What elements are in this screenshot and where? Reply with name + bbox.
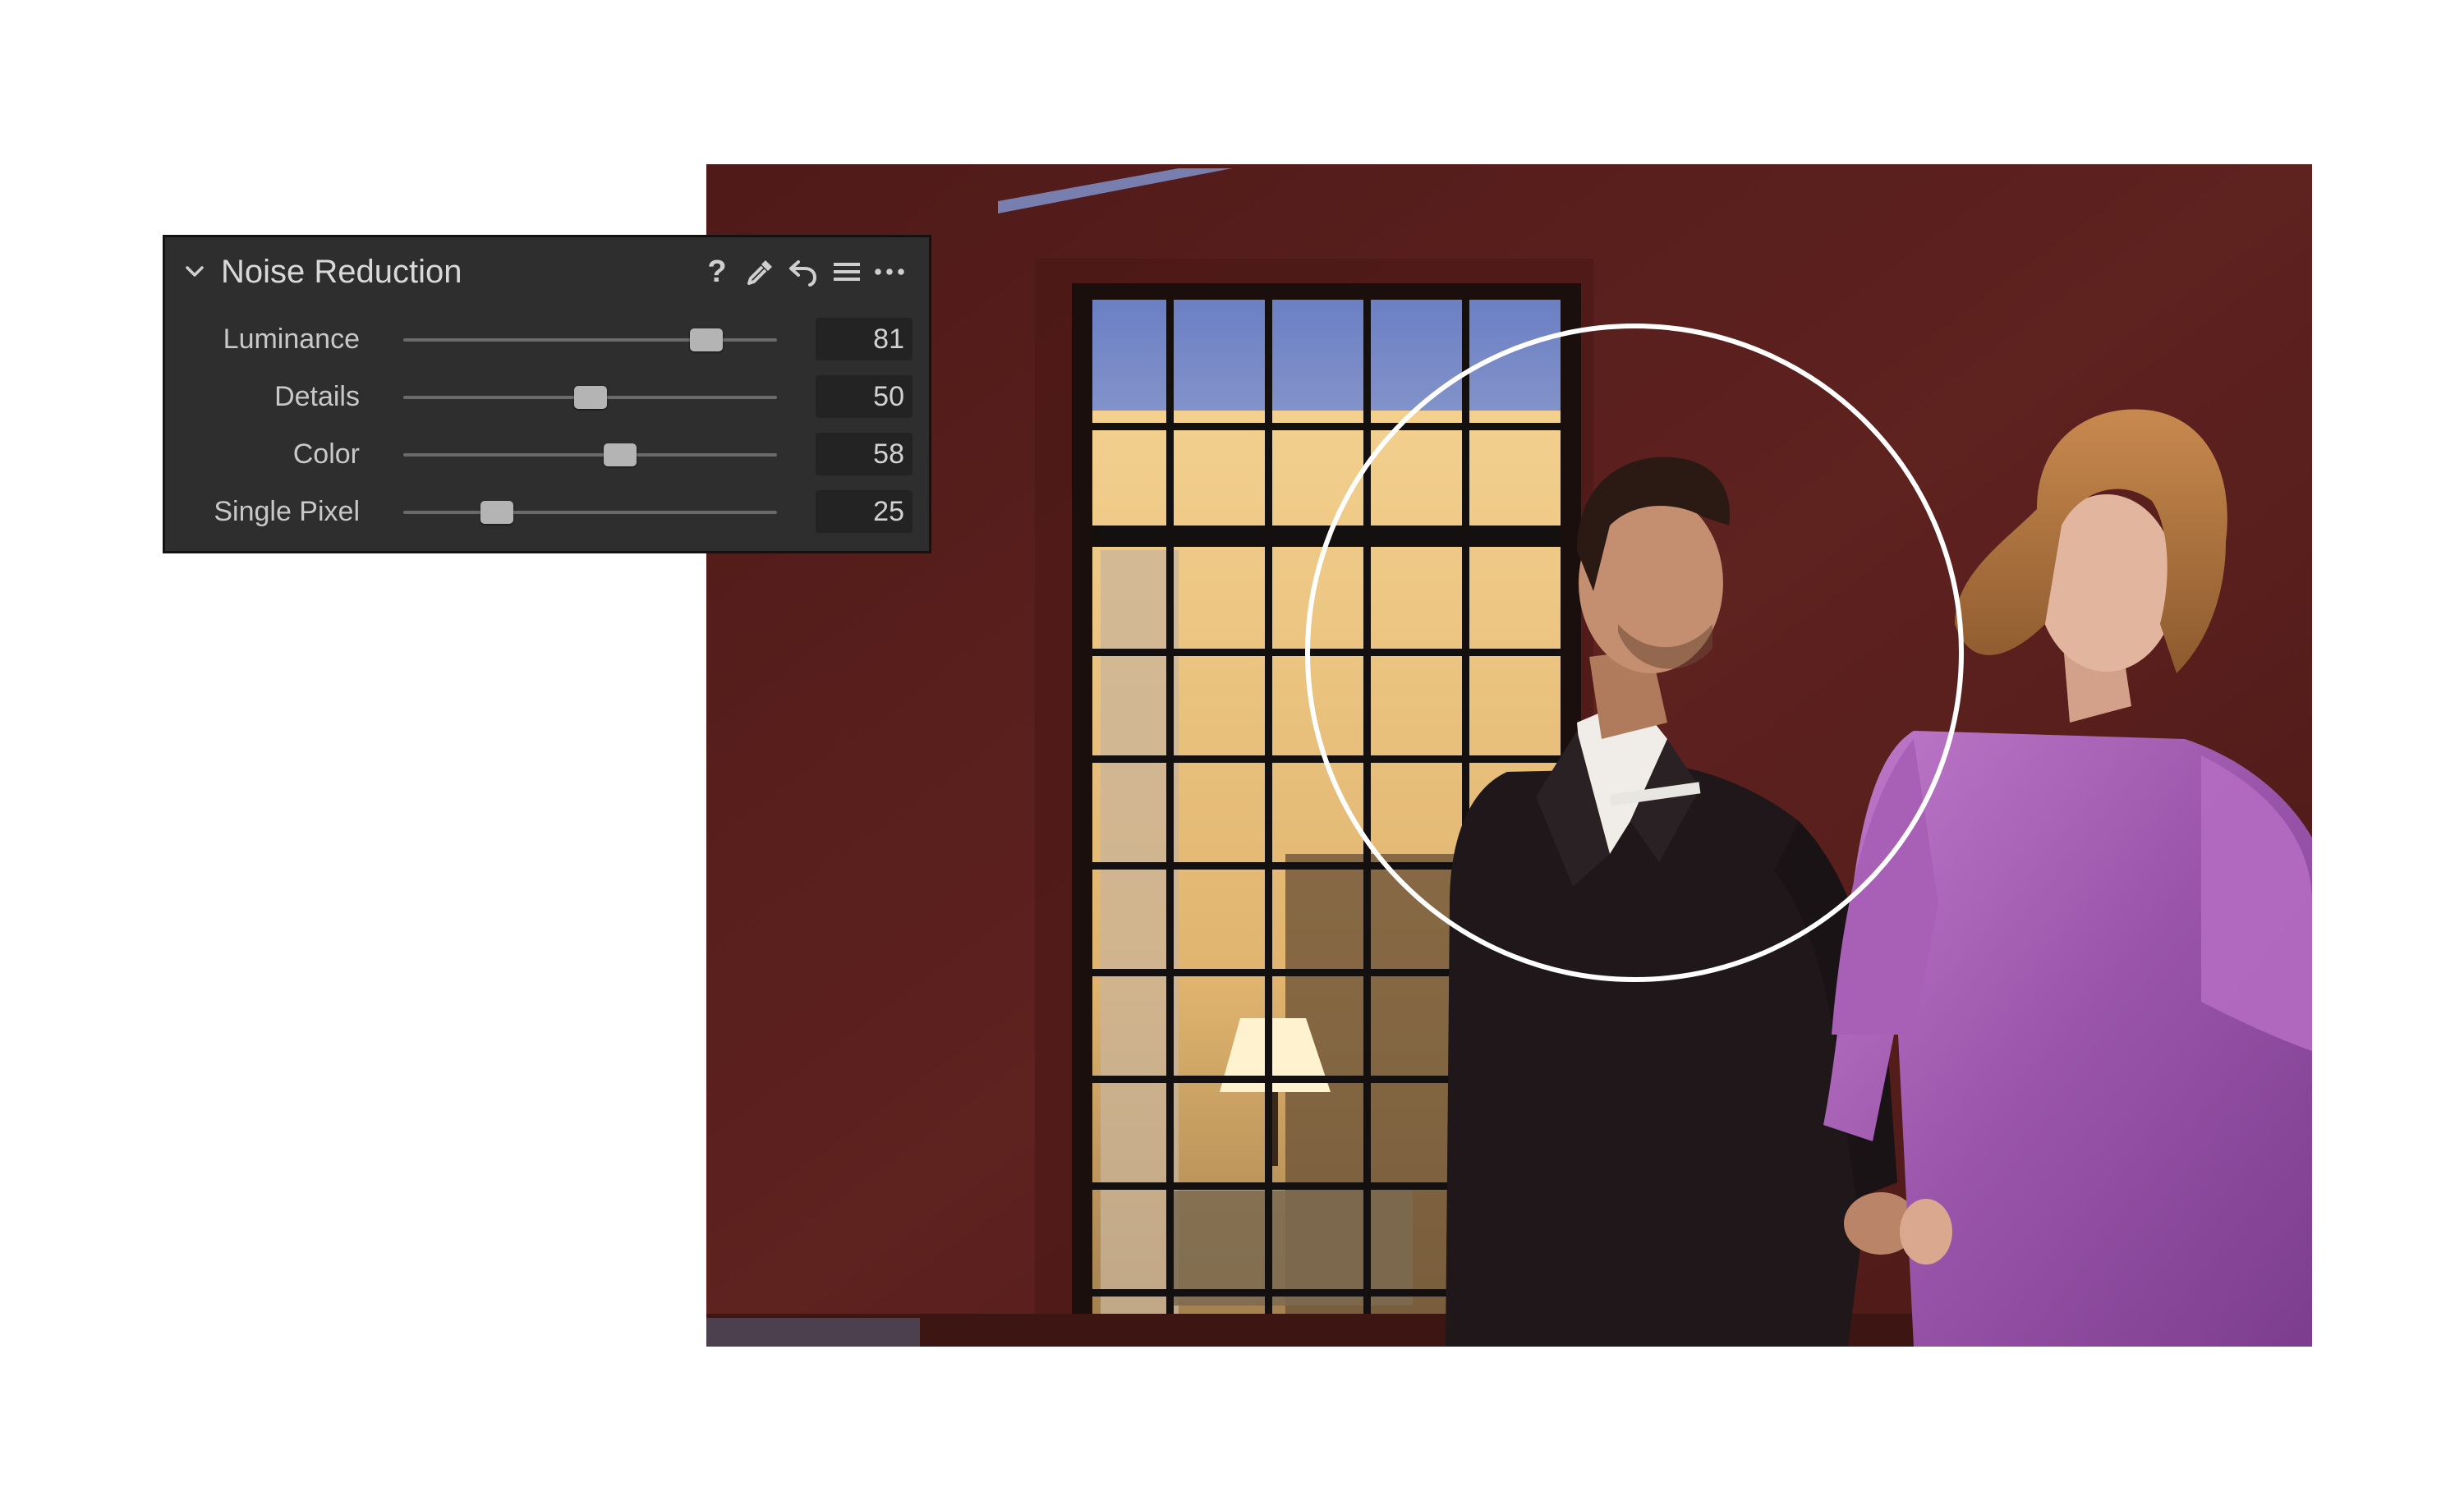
photo-scene xyxy=(706,164,2312,1347)
single-pixel-label: Single Pixel xyxy=(214,496,360,527)
presets-icon[interactable] xyxy=(830,255,863,288)
help-glyph: ? xyxy=(707,255,727,289)
single-pixel-row: Single Pixel 25 xyxy=(165,484,929,541)
single-pixel-slider-thumb[interactable] xyxy=(480,501,513,524)
details-label: Details xyxy=(274,381,360,412)
color-slider[interactable] xyxy=(403,443,777,466)
chevron-down-icon[interactable] xyxy=(182,259,208,285)
color-label: Color xyxy=(292,438,360,470)
panel-title: Noise Reduction xyxy=(221,254,462,290)
preview-photo xyxy=(706,164,2312,1347)
single-pixel-slider[interactable] xyxy=(403,501,777,524)
undo-arrow-icon xyxy=(789,260,817,287)
noise-reduction-panel: Noise Reduction ? Luminance 81 Details 5… xyxy=(163,235,931,553)
more-icon[interactable] xyxy=(873,255,906,288)
luminance-label: Luminance xyxy=(223,324,360,355)
details-value-field[interactable]: 50 xyxy=(816,375,913,418)
ellipsis-icon xyxy=(875,268,904,275)
luminance-slider-thumb[interactable] xyxy=(689,328,723,351)
color-value-field[interactable]: 58 xyxy=(816,433,913,475)
details-slider[interactable] xyxy=(403,386,777,409)
luminance-row: Luminance 81 xyxy=(165,311,929,369)
panel-header[interactable]: Noise Reduction ? xyxy=(165,237,929,306)
color-row: Color 58 xyxy=(165,426,929,484)
details-row: Details 50 xyxy=(165,369,929,426)
reset-icon[interactable] xyxy=(787,255,820,288)
single-pixel-value-field[interactable]: 25 xyxy=(816,490,913,533)
picker-icon[interactable] xyxy=(744,255,777,288)
luminance-slider[interactable] xyxy=(403,328,777,351)
luminance-value-field[interactable]: 81 xyxy=(816,318,913,360)
help-icon[interactable]: ? xyxy=(701,255,733,288)
color-slider-thumb[interactable] xyxy=(603,443,637,466)
details-slider-thumb[interactable] xyxy=(573,386,607,409)
list-menu-icon xyxy=(834,263,860,281)
eyedropper-icon xyxy=(747,260,772,285)
